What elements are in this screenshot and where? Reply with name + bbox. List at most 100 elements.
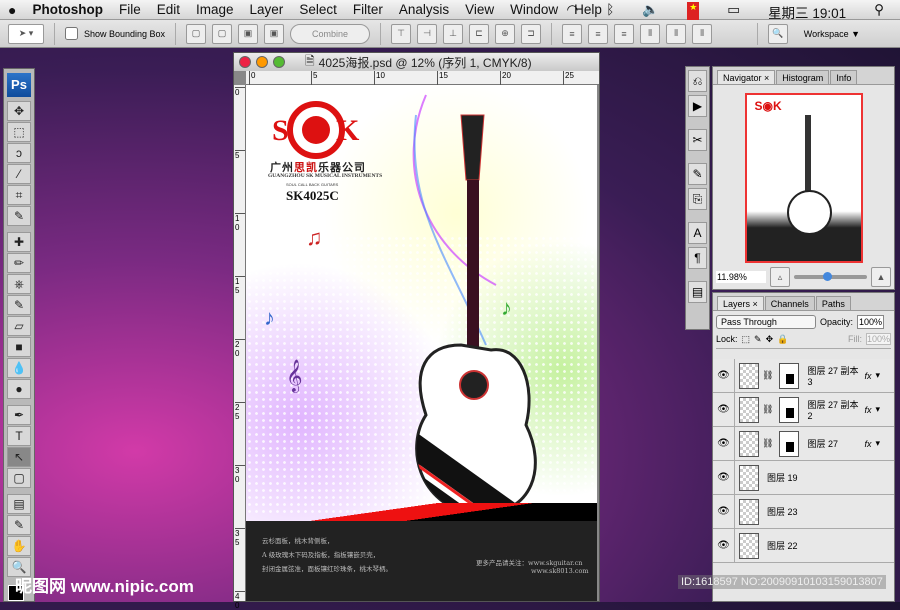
distribute-bottom-icon[interactable]: ≡ [614, 23, 635, 44]
menu-analysis[interactable]: Analysis [399, 2, 449, 17]
menu-view[interactable]: View [465, 2, 494, 17]
tool-button[interactable]: ⁄ [7, 164, 31, 184]
visibility-eye-icon[interactable]: 👁 [713, 461, 735, 494]
menu-app[interactable]: Photoshop [32, 2, 103, 17]
visibility-eye-icon[interactable]: 👁 [713, 495, 735, 528]
tab-info[interactable]: Info [830, 70, 858, 84]
tool-button[interactable]: ▱ [7, 316, 31, 336]
tool-button[interactable]: ✎ [7, 206, 31, 226]
menu-select[interactable]: Select [299, 2, 337, 17]
distribute-hcenter-icon[interactable]: ⦀ [666, 23, 687, 44]
character-icon[interactable]: A [688, 222, 707, 244]
clock[interactable]: 星期三 19:01 [768, 2, 846, 22]
minimize-icon[interactable] [256, 56, 268, 68]
brushes-icon[interactable]: ✎ [688, 163, 707, 185]
layer-row[interactable]: 👁 ⛓ 图层 27 副本 2 fx ▾ [713, 393, 894, 427]
workspace-menu[interactable]: Workspace ▼ [804, 29, 860, 39]
wifi-icon[interactable]: ◠ [567, 2, 579, 22]
tool-button[interactable]: ✏ [7, 253, 31, 273]
lock-all-icon[interactable]: 🔒 [777, 334, 788, 345]
show-bounding-box-checkbox[interactable] [65, 27, 78, 40]
menu-image[interactable]: Image [196, 2, 234, 17]
tool-button[interactable]: ▤ [7, 494, 31, 514]
tool-button[interactable]: ⬚ [7, 122, 31, 142]
tool-preset-picker[interactable]: ➤ ▾ [8, 23, 44, 44]
canvas[interactable]: S K 广州思凯乐器公司 GUANGZHOU SK MUSICAL INSTRU… [246, 85, 597, 601]
layer-name[interactable]: 图层 27 [807, 437, 864, 450]
shape-mode-intersect-icon[interactable]: ▣ [264, 23, 285, 44]
zoom-value[interactable]: 11.98% [716, 271, 766, 283]
fx-icon[interactable]: fx [864, 405, 871, 415]
align-right-icon[interactable]: ⊐ [521, 23, 542, 44]
tool-button[interactable]: 💧 [7, 358, 31, 378]
distribute-vcenter-icon[interactable]: ≡ [588, 23, 609, 44]
bluetooth-icon[interactable]: ᛒ [606, 2, 614, 22]
link-icon[interactable]: ⛓ [762, 404, 773, 415]
fx-icon[interactable]: fx [864, 439, 871, 449]
tab-paths[interactable]: Paths [815, 296, 851, 310]
expand-effects-icon[interactable]: ▾ [875, 370, 880, 381]
menu-file[interactable]: File [119, 2, 141, 17]
shape-mode-add-icon[interactable]: ▢ [212, 23, 233, 44]
layer-name[interactable]: 图层 23 [767, 505, 894, 518]
tool-button[interactable]: ✚ [7, 232, 31, 252]
menu-edit[interactable]: Edit [157, 2, 180, 17]
layer-row[interactable]: 👁 图层 23 [713, 495, 894, 529]
tool-button[interactable]: ⌗ [7, 185, 31, 205]
clone-source-icon[interactable]: ⎘ [688, 188, 707, 210]
tool-button[interactable]: ■ [7, 337, 31, 357]
ruler-vertical[interactable]: 0 5 1 0 1 5 2 0 2 5 3 0 3 5 4 0 [234, 85, 246, 610]
zoom-out-button[interactable]: ▵ [770, 267, 790, 287]
menu-layer[interactable]: Layer [250, 2, 284, 17]
link-icon[interactable]: ⛓ [762, 438, 773, 449]
tool-button[interactable]: ✥ [7, 101, 31, 121]
distribute-right-icon[interactable]: ⦀ [692, 23, 713, 44]
bridge-icon[interactable]: 🔍 [767, 23, 788, 44]
layer-mask-thumbnail[interactable] [779, 362, 800, 389]
align-hcenter-icon[interactable]: ⊕ [495, 23, 516, 44]
paragraph-icon[interactable]: ¶ [688, 247, 707, 269]
fill-input[interactable]: 100% [865, 333, 891, 345]
navigator-preview[interactable]: S◉K [744, 93, 863, 263]
blend-mode-select[interactable]: Pass Through [716, 315, 816, 329]
tool-button[interactable]: ▢ [7, 468, 31, 488]
layer-row[interactable]: 👁 ⛓ 图层 27 副本 3 fx ▾ [713, 359, 894, 393]
layer-comps-icon[interactable]: ▤ [688, 281, 707, 303]
history-icon[interactable]: ⎌ [688, 70, 707, 92]
layer-name[interactable]: 图层 27 副本 3 [807, 364, 864, 387]
layer-name[interactable]: 图层 19 [767, 471, 894, 484]
shape-mode-subtract-icon[interactable]: ▣ [238, 23, 259, 44]
battery-icon[interactable]: ▭ [727, 2, 740, 22]
distribute-left-icon[interactable]: ⦀ [640, 23, 661, 44]
link-icon[interactable]: ⛓ [762, 370, 773, 381]
tool-button[interactable]: ✎ [7, 295, 31, 315]
combine-button[interactable]: Combine [290, 23, 371, 44]
tab-navigator[interactable]: Navigator × [717, 70, 776, 84]
zoom-icon[interactable] [273, 56, 285, 68]
volume-icon[interactable]: 🔈 [642, 2, 659, 22]
visibility-eye-icon[interactable]: 👁 [713, 427, 735, 460]
layer-mask-thumbnail[interactable] [779, 396, 800, 423]
align-top-icon[interactable]: ⊤ [391, 23, 412, 44]
layer-name[interactable]: 图层 22 [767, 539, 894, 552]
zoom-in-button[interactable]: ▲ [871, 267, 891, 287]
layer-row[interactable]: 👁 图层 19 [713, 461, 894, 495]
zoom-slider-knob[interactable] [823, 272, 833, 281]
distribute-top-icon[interactable]: ≡ [562, 23, 583, 44]
input-flag-icon[interactable]: ★ [687, 2, 700, 22]
tool-button[interactable]: ✋ [7, 536, 31, 556]
ruler-horizontal[interactable]: 0 5 10 15 20 25 [246, 71, 599, 85]
align-left-icon[interactable]: ⊏ [469, 23, 490, 44]
opacity-input[interactable]: 100% [857, 315, 885, 329]
align-vcenter-icon[interactable]: ⊣ [417, 23, 438, 44]
close-icon[interactable] [239, 56, 251, 68]
tab-channels[interactable]: Channels [764, 296, 815, 310]
layer-row[interactable]: 👁 图层 22 [713, 529, 894, 563]
align-bottom-icon[interactable]: ⊥ [443, 23, 464, 44]
document-title-bar[interactable]: 🗎 4025海报.psd @ 12% (序列 1, CMYK/8) [234, 53, 599, 71]
tab-layers[interactable]: Layers × [717, 296, 764, 310]
layer-row[interactable]: 👁 ⛓ 图层 27 fx ▾ [713, 427, 894, 461]
menu-filter[interactable]: Filter [353, 2, 383, 17]
visibility-eye-icon[interactable]: 👁 [713, 529, 735, 562]
expand-effects-icon[interactable]: ▾ [875, 404, 880, 415]
